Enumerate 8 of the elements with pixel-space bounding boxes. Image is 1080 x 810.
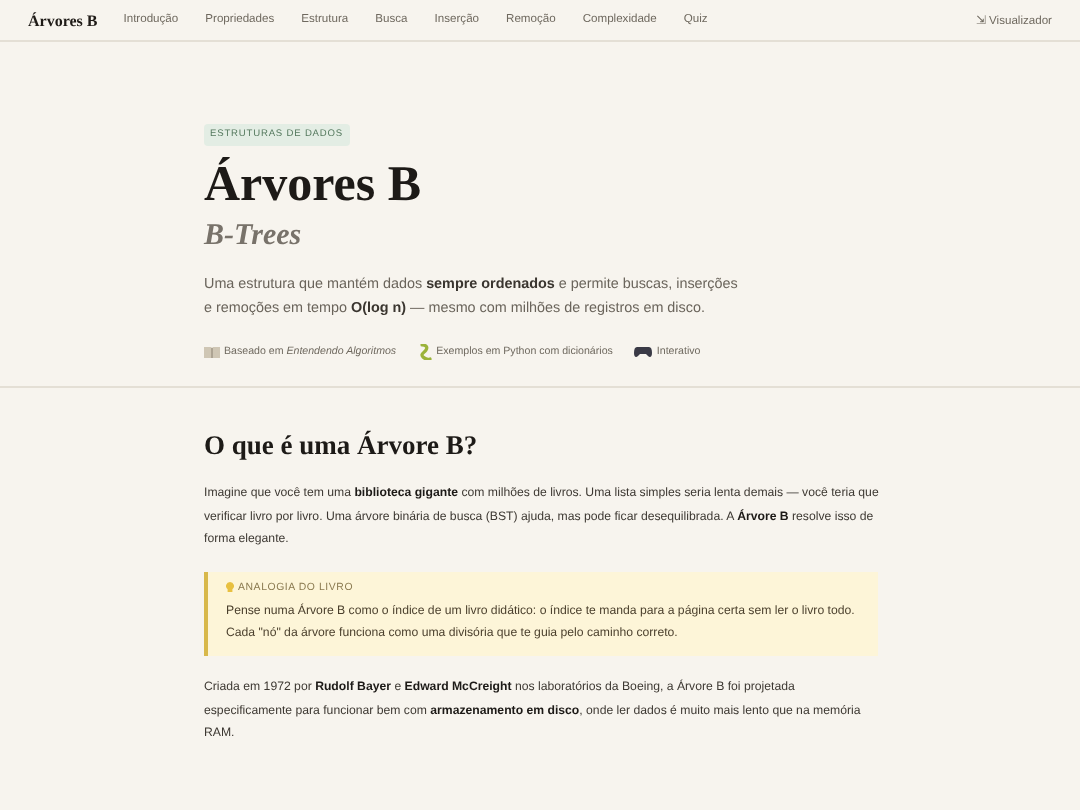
section-heading: O que é uma Árvore B? [204, 430, 480, 462]
page-subtitle: B-Trees [204, 219, 304, 253]
gamepad-icon [634, 345, 653, 358]
brand-title[interactable]: Árvores B [28, 11, 98, 29]
page-title: Árvores B [204, 158, 424, 213]
snake-icon [418, 343, 433, 360]
lightbulb-icon [226, 581, 234, 594]
book-icon [204, 345, 220, 358]
